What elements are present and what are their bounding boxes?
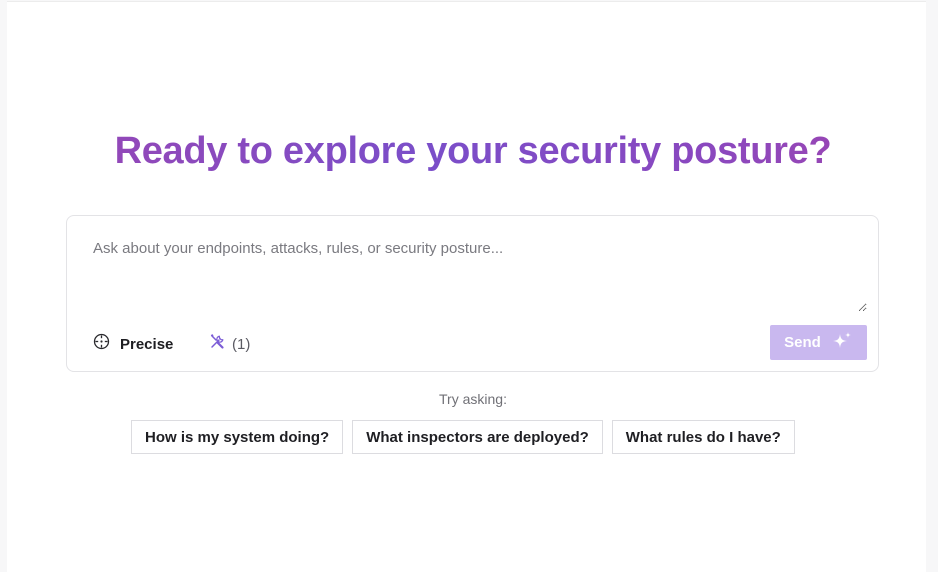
send-button[interactable]: Send bbox=[770, 325, 867, 360]
mode-selector-button[interactable]: Precise bbox=[93, 332, 173, 356]
tools-button[interactable]: (1) bbox=[209, 332, 250, 356]
chat-composer: Precise (1) Send bbox=[66, 215, 879, 372]
chat-input[interactable] bbox=[81, 230, 867, 312]
target-icon bbox=[93, 333, 110, 355]
app-frame: Ready to explore your security posture? … bbox=[7, 1, 926, 572]
suggestions-label: Try asking: bbox=[439, 391, 507, 407]
sparkles-icon bbox=[831, 331, 853, 355]
tools-icon bbox=[209, 333, 226, 355]
suggestion-list: How is my system doing? What inspectors … bbox=[131, 420, 795, 454]
mode-label: Precise bbox=[120, 335, 174, 353]
send-label: Send bbox=[784, 334, 821, 351]
suggestion-chip[interactable]: What rules do I have? bbox=[611, 420, 795, 454]
page-title: Ready to explore your security posture? bbox=[7, 128, 938, 174]
suggestion-chip[interactable]: What inspectors are deployed? bbox=[352, 420, 603, 454]
suggestion-chip[interactable]: How is my system doing? bbox=[131, 420, 344, 454]
tools-count: (1) bbox=[232, 335, 251, 353]
